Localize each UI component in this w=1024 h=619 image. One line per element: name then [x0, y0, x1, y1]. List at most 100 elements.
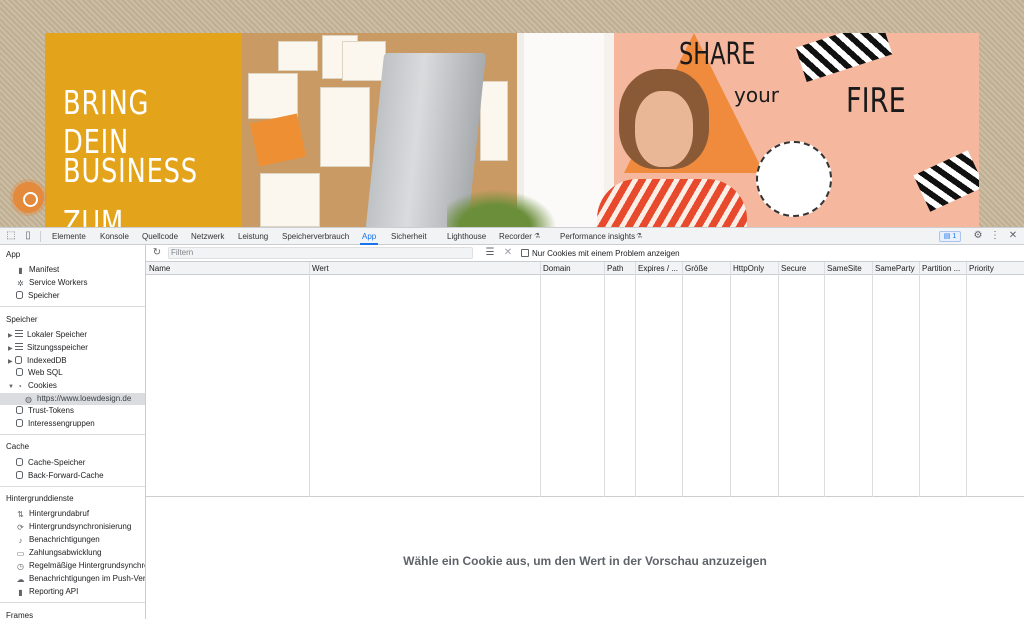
column-header[interactable]: Path	[604, 262, 635, 275]
column-header[interactable]: SameSite	[824, 262, 872, 275]
column-header[interactable]: Expires / ...	[635, 262, 682, 275]
clock-icon: ◷	[17, 562, 24, 571]
file-icon: ▮	[18, 588, 23, 597]
collapse-triangle-icon[interactable]: ▼	[8, 381, 15, 393]
database-icon	[16, 406, 23, 414]
column-divider[interactable]	[635, 262, 636, 497]
column-divider[interactable]	[309, 262, 310, 497]
cookies-table: Name Wert Domain Path Expires / ... Größe Http…	[146, 262, 1024, 497]
up-down-arrows-icon: ⇅	[17, 510, 24, 519]
tab-netzwerk[interactable]: Netzwerk	[191, 228, 224, 245]
gear-icon: ✲	[17, 279, 24, 288]
issues-badge[interactable]: ▤ 1	[939, 231, 961, 242]
sidebar-item-session-storage[interactable]: ▶ Sitzungsspeicher	[8, 342, 88, 354]
refresh-icon[interactable]: ↻	[151, 247, 163, 259]
tab-elemente[interactable]: Elemente	[52, 228, 86, 245]
inspect-element-icon[interactable]: ⬚	[5, 230, 17, 242]
sidebar-item-periodic-background-sync[interactable]: ◷Regelmäßige Hintergrundsynchronisierung	[16, 560, 145, 572]
sidebar-item-service-workers[interactable]: ✲ Service Workers	[16, 277, 87, 289]
sidebar-item-reporting-api[interactable]: ▮ Reporting API	[16, 586, 78, 598]
sidebar-item-cookies[interactable]: ▼ ◔ Cookies	[8, 380, 57, 392]
clear-filtered-icon[interactable]: ☰	[484, 247, 496, 259]
column-header[interactable]: Partition ...	[919, 262, 966, 275]
section-title-frames: Frames	[6, 611, 34, 619]
database-icon	[16, 368, 23, 376]
sidebar-item-back-forward-cache[interactable]: Back-Forward-Cache	[16, 470, 104, 482]
sidebar-item-background-fetch[interactable]: ⇅ Hintergrundabruf	[16, 508, 89, 520]
sidebar-item-push-messaging[interactable]: ☁Benachrichtigungen im Push-Verfahren	[16, 573, 146, 585]
column-header[interactable]: Größe	[682, 262, 730, 275]
section-title-background-services: Hintergrunddienste	[6, 494, 74, 503]
column-divider[interactable]	[824, 262, 825, 497]
column-header[interactable]: Wert	[309, 262, 540, 275]
floating-settings-icon[interactable]	[13, 182, 44, 213]
experimental-flask-icon: ⚗	[534, 233, 541, 240]
column-divider[interactable]	[730, 262, 731, 497]
sidebar-item-web-sql[interactable]: Web SQL	[16, 367, 63, 379]
sidebar-item-notifications[interactable]: ♪ Benachrichtigungen	[16, 534, 100, 546]
database-icon	[16, 419, 23, 427]
only-issues-checkbox[interactable]	[521, 249, 529, 257]
sidebar-item-manifest[interactable]: ▮ Manifest	[16, 264, 59, 276]
column-header[interactable]: Name	[146, 262, 309, 275]
hero-banner: BRING DEIN BUSINESS ZUM SHARE your FIRE	[45, 33, 979, 227]
expand-triangle-icon[interactable]: ▶	[8, 343, 15, 355]
plant-image	[447, 183, 567, 227]
sidebar-item-interest-groups[interactable]: Interessengruppen	[16, 418, 95, 430]
column-divider[interactable]	[682, 262, 683, 497]
settings-gear-icon[interactable]: ⚙	[972, 230, 984, 242]
bell-icon: ♪	[18, 536, 23, 545]
sidebar-item-cache-storage[interactable]: Cache-Speicher	[16, 457, 85, 469]
sidebar-item-cookie-origin[interactable]: ◍ https://www.loewdesign.de	[0, 393, 145, 405]
preview-empty-message: Wähle ein Cookie aus, um den Wert in der…	[403, 554, 767, 568]
column-divider[interactable]	[540, 262, 541, 497]
poster-share-text: SHARE	[679, 37, 756, 72]
experimental-flask-icon: ⚗	[636, 233, 643, 240]
tab-app[interactable]: App	[359, 228, 379, 245]
delete-selected-icon[interactable]: ✕	[502, 247, 514, 259]
column-divider[interactable]	[966, 262, 967, 497]
device-toolbar-icon[interactable]: ▯	[22, 230, 34, 242]
database-icon	[16, 471, 23, 479]
table-icon	[15, 343, 23, 350]
tab-konsole[interactable]: Konsole	[100, 228, 129, 245]
column-header[interactable]: HttpOnly	[730, 262, 778, 275]
expand-triangle-icon[interactable]: ▶	[8, 330, 15, 342]
expand-triangle-icon[interactable]: ▶	[8, 356, 15, 368]
tab-sicherheit[interactable]: Sicherheit	[391, 228, 427, 245]
cookie-icon: ◔	[17, 382, 22, 391]
section-title-app: App	[6, 250, 21, 259]
section-title-storage: Speicher	[6, 315, 38, 324]
file-icon: ▮	[18, 266, 23, 275]
column-divider[interactable]	[604, 262, 605, 497]
poster-fire-text: FIRE	[846, 81, 906, 121]
column-header[interactable]: SameParty	[872, 262, 919, 275]
column-header[interactable]: Priority	[966, 262, 1024, 275]
tab-quellcode[interactable]: Quellcode	[142, 228, 178, 245]
column-header[interactable]: Secure	[778, 262, 824, 275]
devtools-panel: ⬚ ▯ Elemente Konsole Quellcode Netzwerk Leis…	[0, 227, 1024, 619]
column-divider[interactable]	[778, 262, 779, 497]
tab-lighthouse[interactable]: Lighthouse	[447, 228, 486, 245]
sidebar-item-storage[interactable]: Speicher	[16, 290, 60, 302]
tab-leistung[interactable]: Leistung	[238, 228, 268, 245]
application-sidebar: App ▮ Manifest ✲ Service Workers Speicher …	[0, 245, 146, 619]
column-header[interactable]: Domain	[540, 262, 604, 275]
close-devtools-icon[interactable]: ✕	[1007, 230, 1019, 242]
filter-input[interactable]: Filtern	[168, 247, 473, 259]
more-options-icon[interactable]: ⋮	[989, 230, 1001, 242]
sidebar-item-indexeddb[interactable]: ▶ IndexedDB	[8, 355, 67, 367]
tab-speicherverbrauch[interactable]: Speicherverbrauch	[282, 228, 349, 245]
tab-performance-insights[interactable]: Performance insights	[560, 228, 635, 245]
sidebar-item-payment-handler[interactable]: ▭ Zahlungsabwicklung	[16, 547, 102, 559]
cloud-icon: ☁	[16, 575, 25, 584]
sidebar-item-background-sync[interactable]: ⟳ Hintergrundsynchronisierung	[16, 521, 131, 533]
database-icon	[16, 458, 23, 466]
database-icon	[15, 356, 22, 364]
cookie-preview-pane: Wähle ein Cookie aus, um den Wert in der…	[146, 497, 1024, 619]
column-divider[interactable]	[919, 262, 920, 497]
sidebar-item-trust-tokens[interactable]: Trust-Tokens	[16, 405, 74, 417]
sidebar-item-local-storage[interactable]: ▶ Lokaler Speicher	[8, 329, 87, 341]
tab-recorder[interactable]: Recorder	[499, 228, 532, 245]
column-divider[interactable]	[872, 262, 873, 497]
